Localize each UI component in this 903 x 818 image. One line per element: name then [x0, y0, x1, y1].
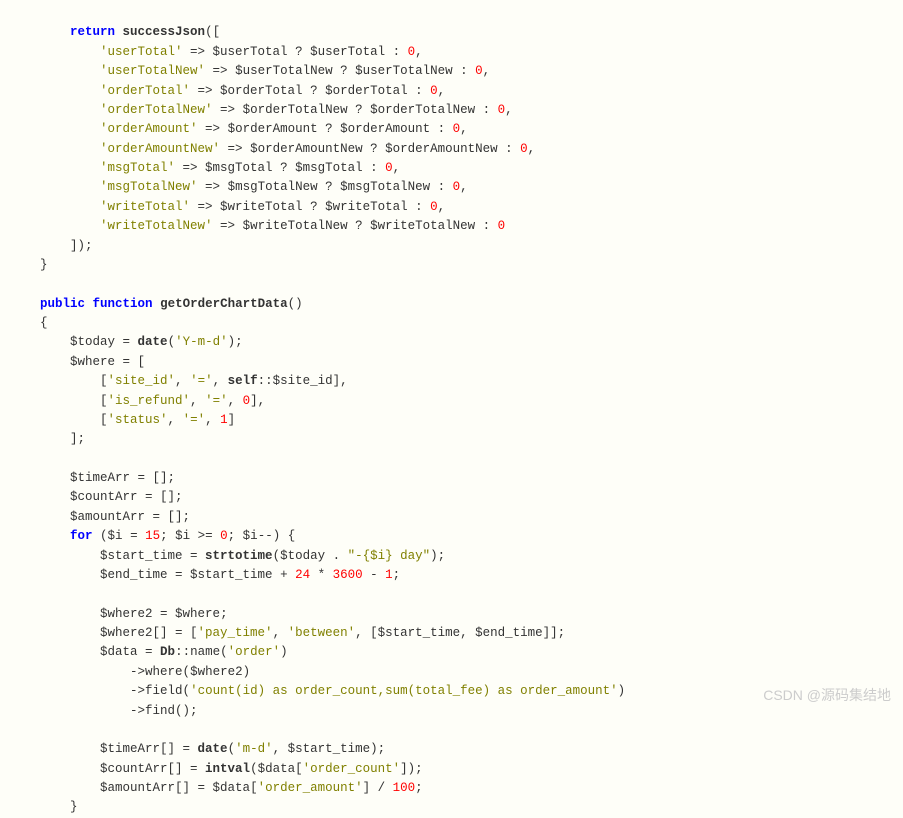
code-line: 'orderAmount' => $orderAmount ? $orderAm…	[10, 122, 468, 136]
code-line: $countArr = [];	[10, 490, 183, 504]
code-line	[10, 587, 18, 601]
code-line: $start_time = strtotime($today . "-{$i} …	[10, 549, 445, 563]
code-line: public function getOrderChartData()	[10, 297, 303, 311]
code-line: $where = [	[10, 355, 145, 369]
code-line: ['is_refund', '=', 0],	[10, 394, 265, 408]
code-line: $countArr[] = intval($data['order_count'…	[10, 762, 423, 776]
code-line: 'userTotal' => $userTotal ? $userTotal :…	[10, 45, 423, 59]
code-line: $end_time = $start_time + 24 * 3600 - 1;	[10, 568, 400, 582]
code-line: $amountArr[] = $data['order_amount'] / 1…	[10, 781, 423, 795]
code-line: }	[10, 258, 48, 272]
code-line: 'msgTotalNew' => $msgTotalNew ? $msgTota…	[10, 180, 468, 194]
code-line: 'writeTotalNew' => $writeTotalNew ? $wri…	[10, 219, 505, 233]
code-line: $amountArr = [];	[10, 510, 190, 524]
code-line: 'orderAmountNew' => $orderAmountNew ? $o…	[10, 142, 535, 156]
code-line: $data = Db::name('order')	[10, 645, 288, 659]
code-line: 'orderTotalNew' => $orderTotalNew ? $ord…	[10, 103, 513, 117]
code-line: 'userTotalNew' => $userTotalNew ? $userT…	[10, 64, 490, 78]
code-line: 'orderTotal' => $orderTotal ? $orderTota…	[10, 84, 445, 98]
code-line: ->find();	[10, 704, 198, 718]
code-line: $today = date('Y-m-d');	[10, 335, 243, 349]
code-line	[10, 723, 18, 737]
code-line: ['status', '=', 1]	[10, 413, 235, 427]
code-line	[10, 452, 18, 466]
code-line: }	[10, 800, 78, 814]
code-line: $where2[] = ['pay_time', 'between', [$st…	[10, 626, 565, 640]
code-line: ];	[10, 432, 85, 446]
code-line: return successJson([	[10, 25, 220, 39]
code-line: $timeArr = [];	[10, 471, 175, 485]
code-line: $where2 = $where;	[10, 607, 228, 621]
code-line: ->field('count(id) as order_count,sum(to…	[10, 684, 625, 698]
code-line: 'msgTotal' => $msgTotal ? $msgTotal : 0,	[10, 161, 400, 175]
watermark-text: CSDN @源码集结地	[763, 685, 891, 707]
code-line: ]);	[10, 239, 93, 253]
code-line: for ($i = 15; $i >= 0; $i--) {	[10, 529, 295, 543]
code-line: ['site_id', '=', self::$site_id],	[10, 374, 348, 388]
code-line: {	[10, 316, 48, 330]
code-line: $timeArr[] = date('m-d', $start_time);	[10, 742, 385, 756]
code-line	[10, 277, 18, 291]
code-line: ->where($where2)	[10, 665, 250, 679]
code-line: 'writeTotal' => $writeTotal ? $writeTota…	[10, 200, 445, 214]
